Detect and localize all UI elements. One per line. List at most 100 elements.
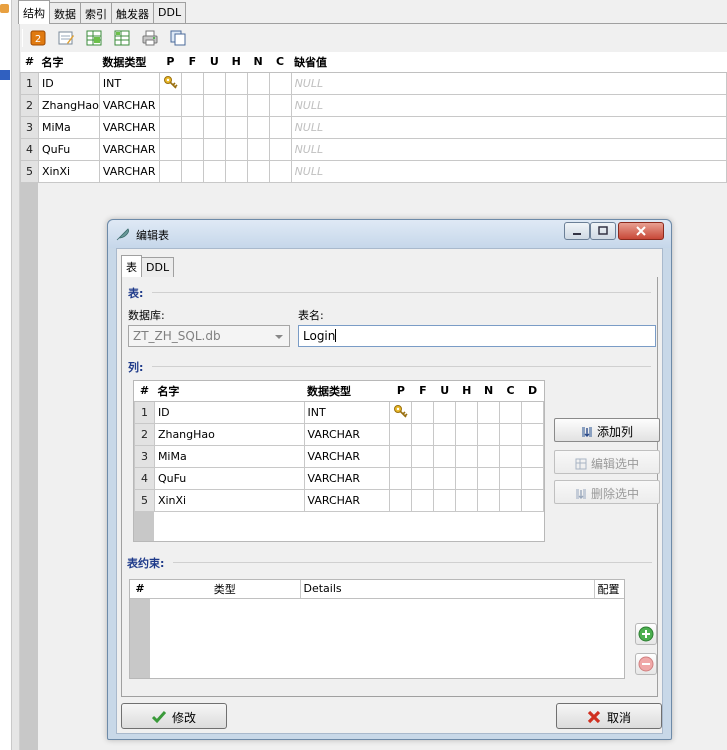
cell-type[interactable]: INT xyxy=(98,71,160,95)
header-u[interactable]: U xyxy=(203,52,226,73)
cell-p[interactable] xyxy=(389,466,413,490)
cell-n[interactable] xyxy=(246,93,270,117)
cell-d[interactable] xyxy=(521,422,544,446)
header-config[interactable]: 配置 xyxy=(593,580,624,599)
cell-c[interactable] xyxy=(268,159,292,183)
cell-p[interactable] xyxy=(389,400,413,424)
table-row[interactable]: 5 XinXi VARCHAR NULL xyxy=(20,159,727,183)
header-p[interactable]: P xyxy=(389,381,412,402)
cell-h[interactable] xyxy=(224,115,248,139)
header-n[interactable]: N xyxy=(477,381,500,402)
cell-u[interactable] xyxy=(202,71,226,95)
cell-default[interactable]: NULL xyxy=(290,159,727,183)
minimize-button[interactable] xyxy=(564,222,590,240)
header-c[interactable]: C xyxy=(499,381,522,402)
cell-n[interactable] xyxy=(477,422,501,446)
cell-type[interactable]: VARCHAR xyxy=(303,466,391,490)
cell-h[interactable] xyxy=(224,137,248,161)
cell-h[interactable] xyxy=(224,71,248,95)
cell-c[interactable] xyxy=(499,400,523,424)
cell-name[interactable]: ID xyxy=(153,400,305,424)
cell-p[interactable] xyxy=(158,159,182,183)
table-row[interactable]: 3 MiMa VARCHAR xyxy=(134,444,544,468)
cell-f[interactable] xyxy=(180,159,204,183)
table-row[interactable]: 1 ID INT NULL xyxy=(20,71,727,95)
header-type[interactable]: 数据类型 xyxy=(304,381,390,402)
tab-ddl[interactable]: DDL xyxy=(153,2,187,24)
cell-name[interactable]: XinXi xyxy=(153,488,305,512)
cell-h[interactable] xyxy=(224,159,248,183)
cell-n[interactable] xyxy=(246,115,270,139)
cell-c[interactable] xyxy=(499,466,523,490)
cell-d[interactable] xyxy=(521,488,544,512)
tab-index[interactable]: 索引 xyxy=(80,2,112,24)
print-icon[interactable] xyxy=(141,29,159,47)
cell-h[interactable] xyxy=(455,466,479,490)
cell-n[interactable] xyxy=(477,488,501,512)
tablename-input[interactable]: Login xyxy=(298,325,656,347)
cell-c[interactable] xyxy=(268,93,292,117)
database-select[interactable]: ZT_ZH_SQL.db xyxy=(128,325,290,347)
cell-type[interactable]: VARCHAR xyxy=(303,422,391,446)
modify-button[interactable]: 修改 xyxy=(121,703,227,729)
remove-constraint-button[interactable] xyxy=(635,653,657,675)
cell-default[interactable]: NULL xyxy=(290,93,727,117)
cell-name[interactable]: QuFu xyxy=(37,137,100,161)
cell-d[interactable] xyxy=(521,400,544,424)
cell-n[interactable] xyxy=(477,466,501,490)
header-name[interactable]: 名字 xyxy=(154,381,305,402)
cell-default[interactable]: NULL xyxy=(290,115,727,139)
header-p[interactable]: P xyxy=(159,52,182,73)
cell-type[interactable]: VARCHAR xyxy=(98,159,160,183)
cell-type[interactable]: VARCHAR xyxy=(98,115,160,139)
cell-h[interactable] xyxy=(455,444,479,468)
header-c[interactable]: C xyxy=(269,52,292,73)
table-row[interactable]: 1 ID INT xyxy=(134,400,544,424)
cell-f[interactable] xyxy=(411,400,435,424)
tab-structure[interactable]: 结构 xyxy=(18,0,50,24)
maximize-button[interactable] xyxy=(590,222,616,240)
header-d[interactable]: D xyxy=(521,381,544,402)
header-default[interactable]: 缺省值 xyxy=(291,52,727,73)
cell-f[interactable] xyxy=(180,115,204,139)
cell-n[interactable] xyxy=(246,159,270,183)
grid-add-icon[interactable] xyxy=(85,29,103,47)
cell-f[interactable] xyxy=(411,466,435,490)
cell-f[interactable] xyxy=(411,422,435,446)
cell-name[interactable]: QuFu xyxy=(153,466,305,490)
cell-h[interactable] xyxy=(224,93,248,117)
edit-selected-button[interactable]: 编辑选中 xyxy=(554,450,660,474)
delete-selected-button[interactable]: 删除选中 xyxy=(554,480,660,504)
add-column-button[interactable]: 添加列 xyxy=(554,418,660,442)
cell-f[interactable] xyxy=(180,137,204,161)
add-constraint-button[interactable] xyxy=(635,623,657,645)
tab-data[interactable]: 数据 xyxy=(49,2,81,24)
cell-u[interactable] xyxy=(433,400,457,424)
cell-p[interactable] xyxy=(158,137,182,161)
cell-type[interactable]: VARCHAR xyxy=(98,137,160,161)
cell-h[interactable] xyxy=(455,422,479,446)
cell-u[interactable] xyxy=(433,466,457,490)
header-h[interactable]: H xyxy=(225,52,248,73)
cell-type[interactable]: VARCHAR xyxy=(303,488,391,512)
cell-name[interactable]: MiMa xyxy=(37,115,100,139)
cell-name[interactable]: ZhangHao xyxy=(153,422,305,446)
edit-icon[interactable] xyxy=(57,29,75,47)
copy-icon[interactable] xyxy=(169,29,187,47)
cell-f[interactable] xyxy=(411,444,435,468)
cell-u[interactable] xyxy=(202,115,226,139)
cell-d[interactable] xyxy=(521,466,544,490)
cell-n[interactable] xyxy=(477,400,501,424)
left-panel-scrollbar[interactable] xyxy=(12,0,20,750)
cell-u[interactable] xyxy=(202,137,226,161)
cell-n[interactable] xyxy=(477,444,501,468)
cell-f[interactable] xyxy=(180,93,204,117)
header-n[interactable]: N xyxy=(247,52,270,73)
cell-u[interactable] xyxy=(433,444,457,468)
cell-default[interactable]: NULL xyxy=(290,71,727,95)
cell-c[interactable] xyxy=(499,488,523,512)
cancel-button[interactable]: 取消 xyxy=(556,703,662,729)
header-name[interactable]: 名字 xyxy=(38,52,100,73)
cell-h[interactable] xyxy=(455,488,479,512)
cell-f[interactable] xyxy=(411,488,435,512)
